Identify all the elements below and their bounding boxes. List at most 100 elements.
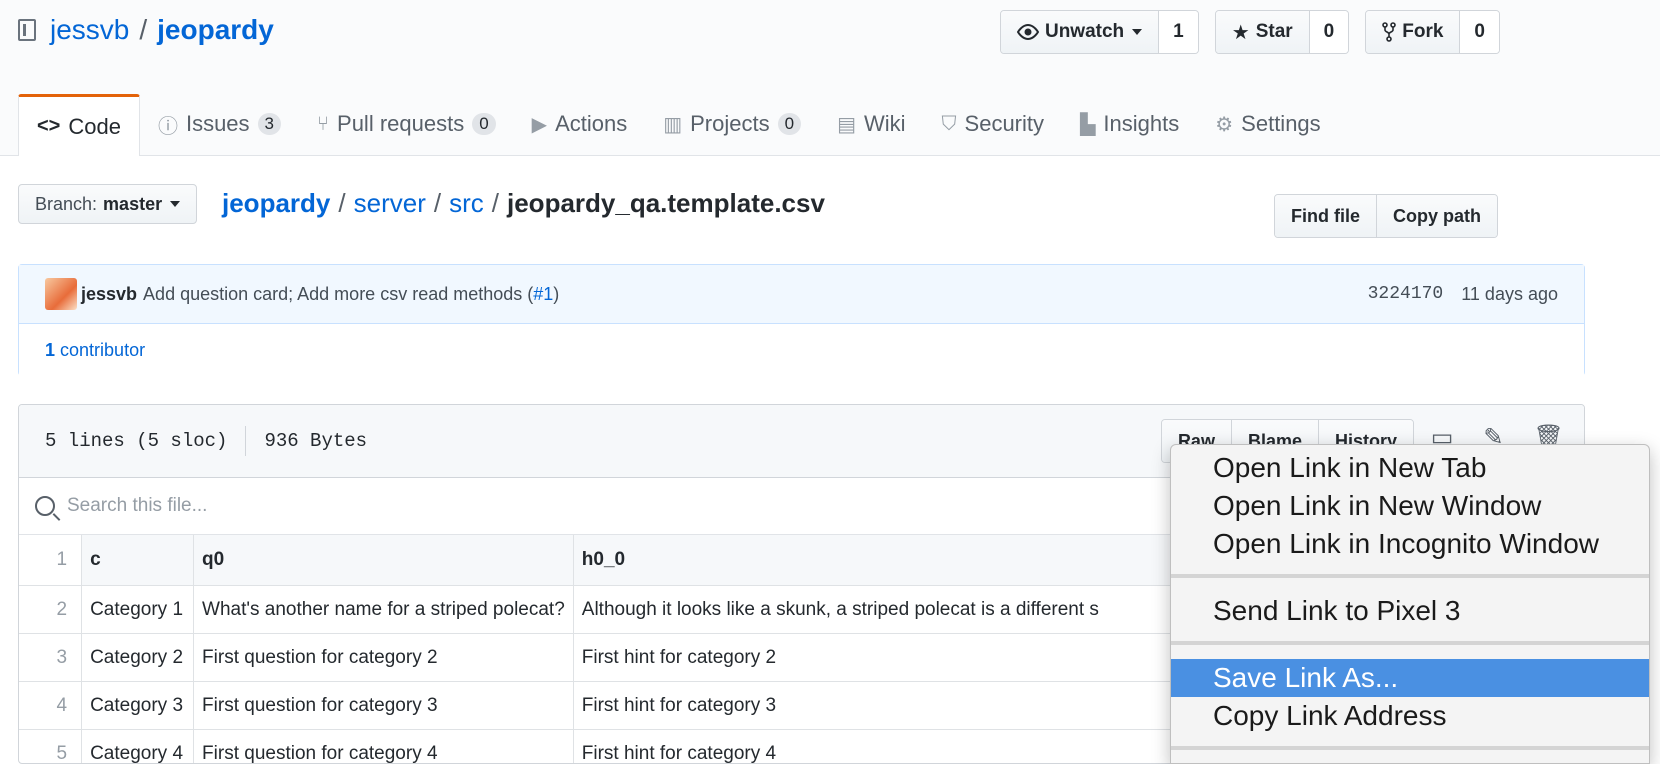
menu-item-open-new-window[interactable]: Open Link in New Window — [1171, 487, 1649, 525]
repo-tabs: <> Code ⓘ Issues 3 ⑂ Pull requests 0 ▶ A… — [18, 93, 1339, 155]
code-icon: <> — [37, 115, 60, 138]
find-file-button[interactable]: Find file — [1275, 195, 1376, 237]
stars-count[interactable]: 0 — [1309, 11, 1349, 53]
contributors-link[interactable]: 1 contributor — [45, 340, 145, 361]
tab-code-label: Code — [68, 114, 121, 140]
table-cell: Category 4 — [82, 730, 194, 764]
header-cell: q0 — [194, 535, 574, 586]
file-info-divider — [245, 426, 246, 456]
table-cell: First question for category 2 — [194, 634, 574, 682]
copy-path-button[interactable]: Copy path — [1376, 195, 1497, 237]
star-button[interactable]: ★ Star — [1216, 11, 1309, 53]
commit-box: jessvb Add question card; Add more csv r… — [18, 264, 1585, 376]
repo-book-icon — [18, 19, 36, 41]
file-nav-buttons: Find file Copy path — [1274, 194, 1498, 238]
contributors-label: contributor — [60, 340, 145, 360]
issues-counter: 3 — [258, 113, 281, 135]
menu-item-copy-link-address[interactable]: Copy Link Address — [1171, 697, 1649, 735]
header-cell: c — [82, 535, 194, 586]
eye-icon — [1017, 24, 1039, 40]
file-size: 936 Bytes — [264, 430, 367, 452]
search-input[interactable] — [65, 494, 669, 518]
issue-icon: ⓘ — [158, 110, 178, 139]
commit-time: 11 days ago — [1461, 284, 1558, 305]
tab-projects-label: Projects — [690, 111, 769, 137]
line-number[interactable]: 1 — [19, 535, 82, 586]
repo-name-link[interactable]: jeopardy — [157, 14, 274, 46]
branch-label: Branch: — [35, 194, 97, 215]
tab-code[interactable]: <> Code — [18, 94, 140, 156]
breadcrumb-separator: / — [434, 188, 441, 219]
table-cell: Category 3 — [82, 682, 194, 730]
table-cell: Category 2 — [82, 634, 194, 682]
breadcrumb-server-link[interactable]: server — [354, 188, 426, 219]
menu-item-save-link-as[interactable]: Save Link As... — [1171, 659, 1649, 697]
tab-actions-label: Actions — [555, 111, 627, 137]
tab-wiki-label: Wiki — [864, 111, 906, 137]
tab-security-label: Security — [965, 111, 1044, 137]
breadcrumb: jeopardy / server / src / jeopardy_qa.te… — [222, 188, 825, 219]
table-cell: What's another name for a striped poleca… — [194, 586, 574, 634]
tab-wiki[interactable]: ▤ Wiki — [819, 94, 923, 154]
commit-message-end: ) — [553, 284, 559, 305]
tab-settings[interactable]: ⚙ Settings — [1197, 94, 1338, 154]
branch-value: master — [103, 194, 162, 215]
repo-title-separator: / — [139, 14, 147, 46]
table-cell: Category 1 — [82, 586, 194, 634]
repo-title: jessvb / jeopardy — [18, 14, 274, 46]
watchers-count[interactable]: 1 — [1158, 11, 1198, 53]
tab-projects[interactable]: ▥ Projects 0 — [645, 94, 819, 154]
tab-pull-requests-label: Pull requests — [337, 111, 464, 137]
commit-message: Add question card; Add more csv read met… — [143, 284, 533, 305]
play-icon: ▶ — [532, 112, 547, 137]
tab-security[interactable]: ⛉ Security — [924, 94, 1062, 154]
table-cell: First question for category 3 — [194, 682, 574, 730]
search-icon — [35, 496, 55, 516]
unwatch-button[interactable]: Unwatch — [1001, 11, 1158, 53]
projects-counter: 0 — [778, 113, 801, 135]
repo-actions: Unwatch 1 ★ Star 0 Fork 0 — [1000, 10, 1500, 54]
star-label: Star — [1256, 21, 1293, 43]
unwatch-label: Unwatch — [1045, 21, 1124, 43]
commit-sha-link[interactable]: 3224170 — [1368, 284, 1444, 304]
tab-issues[interactable]: ⓘ Issues 3 — [140, 94, 299, 154]
fork-button[interactable]: Fork — [1366, 11, 1459, 53]
forks-count[interactable]: 0 — [1459, 11, 1499, 53]
menu-separator — [1171, 574, 1649, 578]
line-number[interactable]: 5 — [19, 730, 82, 764]
line-number[interactable]: 4 — [19, 682, 82, 730]
table-cell: First question for category 4 — [194, 730, 574, 764]
breadcrumb-filename: jeopardy_qa.template.csv — [507, 188, 825, 219]
commit-meta: 3224170 11 days ago — [1368, 284, 1558, 305]
graph-icon: ▙ — [1080, 112, 1095, 137]
repo-header: jessvb / jeopardy Unwatch 1 ★ Star 0 For… — [0, 0, 1660, 156]
commit-issue-link[interactable]: #1 — [533, 284, 553, 305]
line-number[interactable]: 2 — [19, 586, 82, 634]
menu-item-open-new-tab[interactable]: Open Link in New Tab — [1171, 449, 1649, 487]
star-group: ★ Star 0 — [1215, 10, 1349, 54]
book-icon: ▤ — [837, 112, 856, 137]
avatar[interactable] — [45, 278, 77, 310]
breadcrumb-separator: / — [338, 188, 345, 219]
fork-icon — [1382, 22, 1396, 42]
fork-group: Fork 0 — [1365, 10, 1500, 54]
tab-insights[interactable]: ▙ Insights — [1062, 94, 1197, 154]
file-lines: 5 lines (5 sloc) — [45, 430, 227, 452]
commit-author-link[interactable]: jessvb — [81, 284, 137, 305]
chevron-down-icon — [1132, 29, 1142, 35]
menu-item-open-incognito[interactable]: Open Link in Incognito Window — [1171, 525, 1649, 563]
fork-label: Fork — [1402, 21, 1443, 43]
menu-item-send-to-device[interactable]: Send Link to Pixel 3 — [1171, 592, 1649, 630]
gear-icon: ⚙ — [1215, 112, 1233, 137]
branch-select-button[interactable]: Branch: master — [18, 184, 197, 224]
unwatch-group: Unwatch 1 — [1000, 10, 1199, 54]
tab-pull-requests[interactable]: ⑂ Pull requests 0 — [299, 94, 514, 154]
pull-requests-counter: 0 — [472, 113, 495, 135]
shield-icon: ⛉ — [942, 113, 957, 136]
chevron-down-icon — [170, 201, 180, 207]
breadcrumb-src-link[interactable]: src — [449, 188, 484, 219]
breadcrumb-repo-link[interactable]: jeopardy — [222, 188, 330, 219]
line-number[interactable]: 3 — [19, 634, 82, 682]
tab-actions[interactable]: ▶ Actions — [514, 94, 646, 154]
repo-owner-link[interactable]: jessvb — [50, 14, 129, 46]
